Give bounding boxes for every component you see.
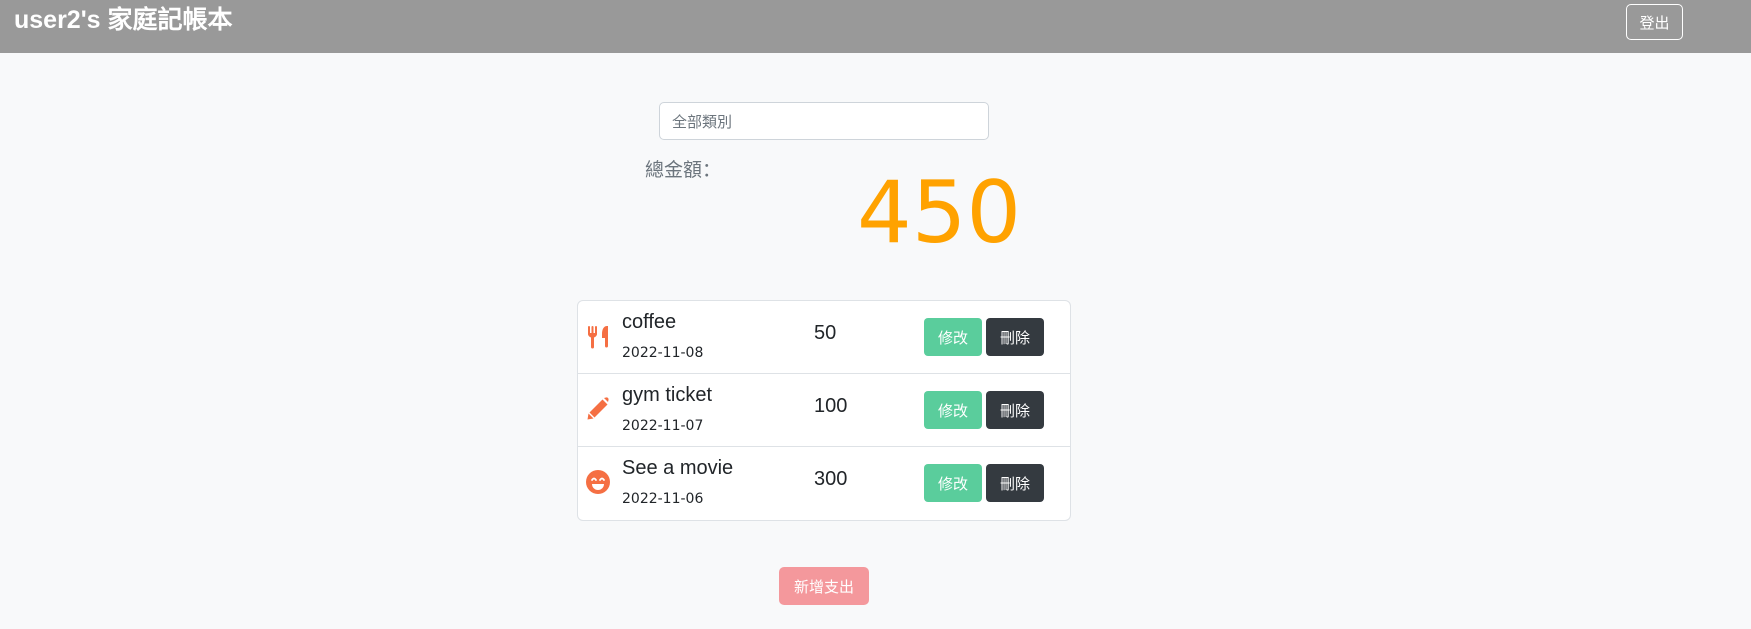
record-date: 2022-11-07 [622,418,704,434]
record-date: 2022-11-08 [622,345,704,361]
pencil-icon [585,396,611,422]
category-select[interactable]: 全部類別 [659,102,989,140]
delete-button[interactable]: 刪除 [986,391,1044,429]
record-date: 2022-11-06 [622,491,704,507]
edit-button[interactable]: 修改 [924,318,982,356]
delete-button[interactable]: 刪除 [986,464,1044,502]
record-row: See a movie 2022-11-06 300 修改 刪除 [578,447,1070,520]
record-amount: 50 [814,322,837,344]
category-select-value: 全部類別 [672,112,733,131]
logout-button[interactable]: 登出 [1626,4,1683,40]
app-title: user2's 家庭記帳本 [14,6,233,34]
record-name: coffee [622,311,677,333]
record-name: gym ticket [622,384,713,406]
total-amount: 450 [857,163,1022,263]
record-row: gym ticket 2022-11-07 100 修改 刪除 [578,374,1070,447]
record-amount: 300 [814,468,848,490]
edit-button[interactable]: 修改 [924,464,982,502]
record-amount: 100 [814,395,848,417]
total-label: 總金額： [645,159,722,181]
record-list: coffee 2022-11-08 50 修改 刪除 gym ticket 20… [577,300,1071,521]
record-row: coffee 2022-11-08 50 修改 刪除 [578,301,1070,374]
record-name: See a movie [622,457,734,479]
smile-icon [585,469,611,495]
add-expense-button[interactable]: 新增支出 [779,567,869,605]
edit-button[interactable]: 修改 [924,391,982,429]
top-navbar: user2's 家庭記帳本 登出 [0,0,1751,53]
delete-button[interactable]: 刪除 [986,318,1044,356]
utensils-icon [585,323,611,349]
